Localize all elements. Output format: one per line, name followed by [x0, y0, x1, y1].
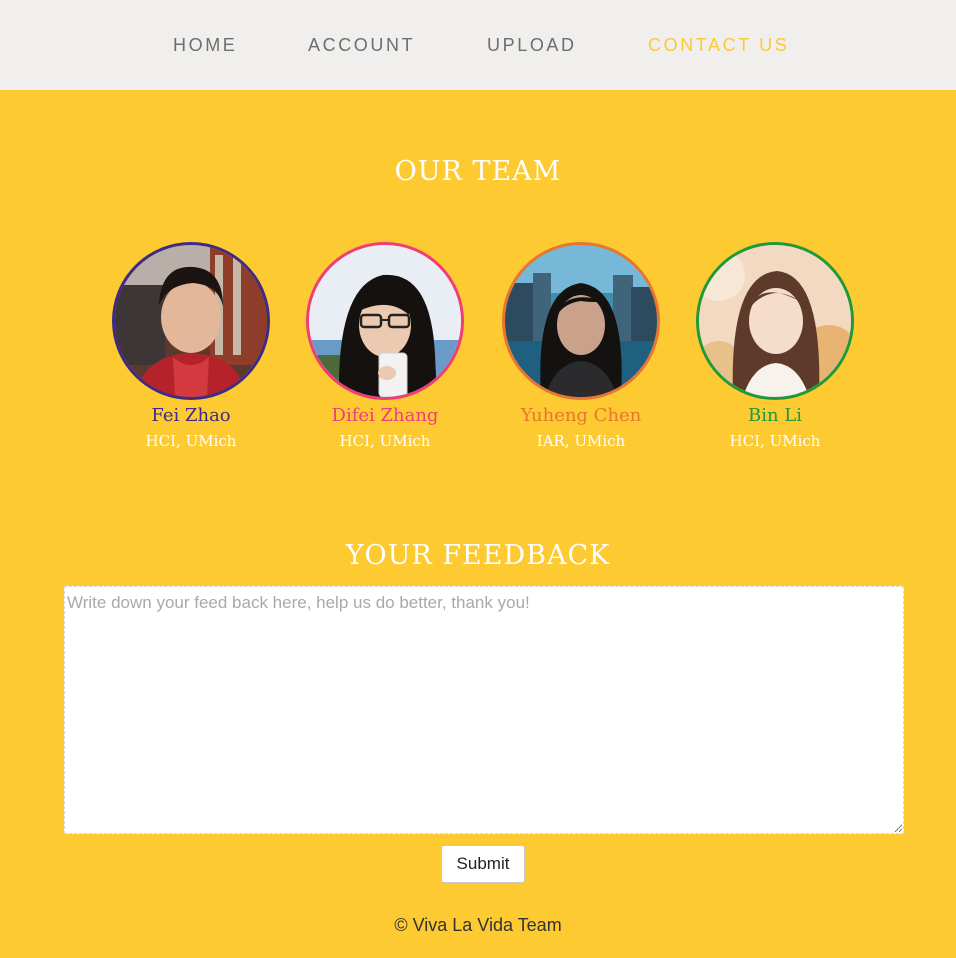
nav-contact-us-link[interactable]: CONTACT US — [648, 35, 789, 56]
member-avatar — [306, 242, 464, 400]
member-name: Yuheng Chen — [520, 405, 642, 426]
member-photo — [115, 245, 267, 397]
member-role: HCI, UMich — [729, 432, 821, 450]
member-name: Fei Zhao — [151, 405, 231, 426]
feedback-textarea[interactable] — [64, 586, 904, 834]
team-member-card: Difei Zhang HCI, UMich — [285, 242, 485, 451]
member-avatar — [502, 242, 660, 400]
member-photo — [309, 245, 461, 397]
team-member-card: Bin Li HCI, UMich — [675, 242, 875, 451]
team-member-card: Yuheng Chen IAR, UMich — [481, 242, 681, 451]
member-photo — [505, 245, 657, 397]
member-photo — [699, 245, 851, 397]
nav-upload-link[interactable]: UPLOAD — [487, 35, 577, 56]
member-role: HCI, UMich — [145, 432, 237, 450]
navbar: HOME ACCOUNT UPLOAD CONTACT US — [0, 0, 956, 90]
member-avatar — [112, 242, 270, 400]
member-role: IAR, UMich — [536, 432, 626, 450]
footer-copyright: © Viva La Vida Team — [394, 915, 562, 935]
our-team-heading: OUR TEAM — [394, 156, 562, 187]
nav-account-link[interactable]: ACCOUNT — [308, 35, 415, 56]
nav-home-link[interactable]: HOME — [173, 35, 237, 56]
team-member-card: Fei Zhao HCI, UMich — [91, 242, 291, 451]
member-avatar — [696, 242, 854, 400]
member-name: Difei Zhang — [331, 405, 439, 426]
member-name: Bin Li — [747, 405, 802, 426]
member-role: HCI, UMich — [339, 432, 431, 450]
your-feedback-heading: YOUR FEEDBACK — [345, 540, 611, 571]
submit-button[interactable]: Submit — [441, 845, 525, 883]
